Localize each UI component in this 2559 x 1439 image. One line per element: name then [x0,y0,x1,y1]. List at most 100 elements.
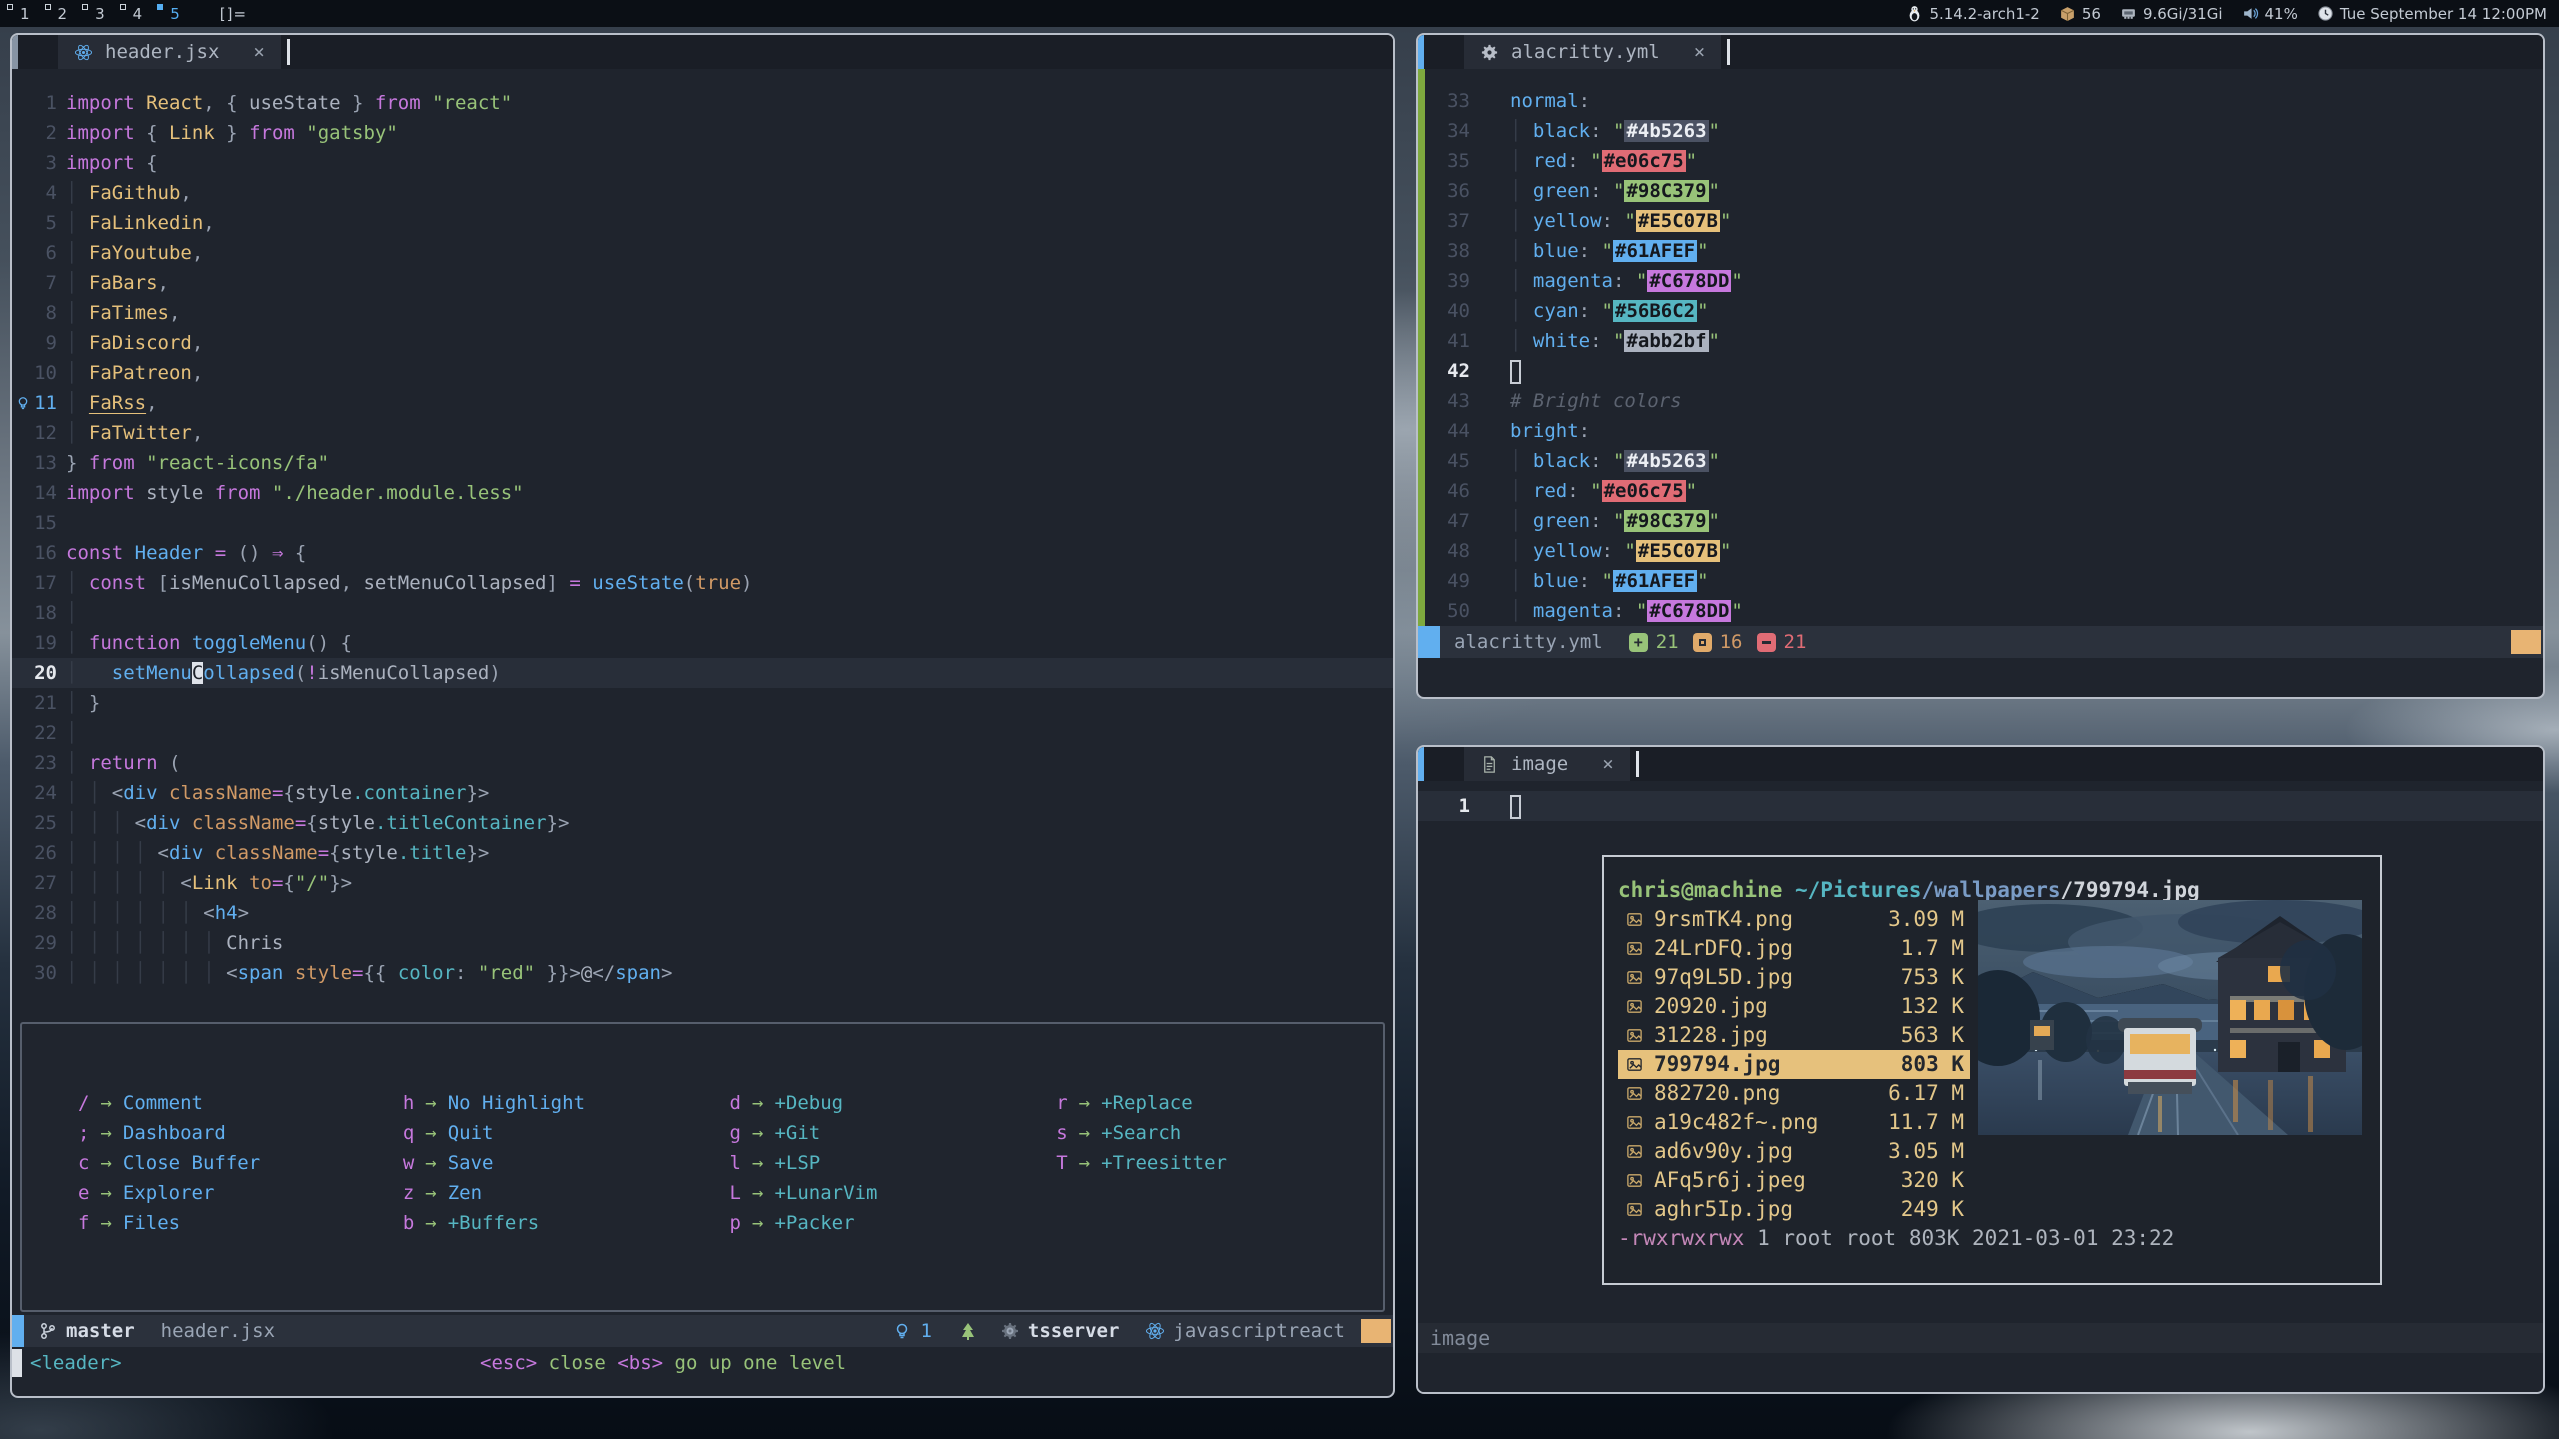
whichkey-binding-w[interactable]: w→Save [403,1148,730,1178]
whichkey-binding-r[interactable]: r→+Replace [1056,1088,1383,1118]
whichkey-binding-l[interactable]: l→+LSP [730,1148,1057,1178]
git-branch-name[interactable]: master [66,1320,135,1342]
code-line[interactable]: 4│ FaGithub, [12,178,1393,208]
layout-indicator[interactable]: []= [220,5,247,23]
code-line[interactable]: 24│ │ <div className={style.container}> [12,778,1393,808]
file-row[interactable]: 24LrDFQ.jpg1.7 M [1618,934,1970,963]
code-line[interactable]: 45│ black: "#4b5263" [1418,446,2543,476]
file-row[interactable]: 882720.png6.17 M [1618,1079,1970,1108]
code-line[interactable]: 10│ FaPatreon, [12,358,1393,388]
code-line[interactable]: 14import style from "./header.module.les… [12,478,1393,508]
code-line[interactable]: 38│ blue: "#61AFEF" [1418,236,2543,266]
file-row[interactable]: aghr5Ip.jpg249 K [1618,1195,1970,1224]
file-row[interactable]: 9rsmTK4.png3.09 M [1618,905,1970,934]
code-line[interactable]: 12│ FaTwitter, [12,418,1393,448]
code-line[interactable]: 33normal: [1418,86,2543,116]
code-line[interactable]: 18│ [12,598,1393,628]
tab-alacritty-yml[interactable]: alacritty.yml × [1464,35,1721,69]
code-line[interactable]: 8│ FaTimes, [12,298,1393,328]
code-line[interactable]: 43# Bright colors [1418,386,2543,416]
whichkey-binding-d[interactable]: d→+Debug [730,1088,1057,1118]
file-row[interactable]: 97q9L5D.jpg753 K [1618,963,1970,992]
tab-close-button[interactable]: × [1694,41,1705,63]
file-row[interactable]: 20920.jpg132 K [1618,992,1970,1021]
code-line[interactable]: 49│ blue: "#61AFEF" [1418,566,2543,596]
code-line[interactable]: 1import React, { useState } from "react" [12,88,1393,118]
code-line[interactable]: 34│ black: "#4b5263" [1418,116,2543,146]
code-line[interactable]: 27│ │ │ │ │ <Link to={"/"}> [12,868,1393,898]
code-line[interactable]: 6│ FaYoutube, [12,238,1393,268]
code-line[interactable]: 41│ white: "#abb2bf" [1418,326,2543,356]
workspace-3[interactable]: 3 [93,5,105,23]
workspace-5-active[interactable]: 5 [168,5,180,23]
file-row[interactable]: 31228.jpg563 K [1618,1021,1970,1050]
tab-image[interactable]: image × [1464,747,1630,781]
whichkey-binding-q[interactable]: q→Quit [403,1118,730,1148]
code-line[interactable]: 9│ FaDiscord, [12,328,1393,358]
whichkey-binding-/[interactable]: /→Comment [78,1088,403,1118]
code-line[interactable]: 2import { Link } from "gatsby" [12,118,1393,148]
diagnostic-count[interactable]: 1 [920,1320,931,1342]
code-line[interactable]: 36│ green: "#98C379" [1418,176,2543,206]
whichkey-binding-L[interactable]: L→+LunarVim [730,1178,1057,1208]
code-line[interactable]: 29│ │ │ │ │ │ │ Chris [12,928,1393,958]
code-line[interactable]: 26│ │ │ │ <div className={style.title}> [12,838,1393,868]
code-line[interactable]: 37│ yellow: "#E5C07B" [1418,206,2543,236]
code-line[interactable]: 46│ red: "#e06c75" [1418,476,2543,506]
code-line[interactable]: 28│ │ │ │ │ │ <h4> [12,898,1393,928]
whichkey-binding-p[interactable]: p→+Packer [730,1208,1057,1238]
file-row[interactable]: ad6v90y.jpg3.05 M [1618,1137,1970,1166]
workspace-2[interactable]: 2 [56,5,68,23]
file-size: 1.7 M [1901,934,1964,963]
desktop: { "colors":{"accent_blue":"#61afef","acc… [0,0,2559,1439]
code-line[interactable]: 47│ green: "#98C379" [1418,506,2543,536]
workspace-1[interactable]: 1 [18,5,30,23]
code-line[interactable]: 30│ │ │ │ │ │ │ <span style={{ color: "r… [12,958,1393,988]
code-line[interactable]: 3import { [12,148,1393,178]
whichkey-binding-f[interactable]: f→Files [78,1208,403,1238]
whichkey-binding-T[interactable]: T→+Treesitter [1056,1148,1383,1178]
code-line[interactable]: 16const Header = () ⇒ { [12,538,1393,568]
whichkey-binding-e[interactable]: e→Explorer [78,1178,403,1208]
code-line[interactable]: 13} from "react-icons/fa" [12,448,1393,478]
whichkey-binding-z[interactable]: z→Zen [403,1178,730,1208]
code-line[interactable]: 50│ magenta: "#C678DD" [1418,596,2543,626]
tab-close-button[interactable]: × [1602,753,1613,775]
tab-close-button[interactable]: × [253,41,264,63]
code-line[interactable]: 44bright: [1418,416,2543,446]
code-line[interactable]: 48│ yellow: "#E5C07B" [1418,536,2543,566]
whichkey-binding-s[interactable]: s→+Search [1056,1118,1383,1148]
code-line[interactable]: 39│ magenta: "#C678DD" [1418,266,2543,296]
code-line[interactable]: 5│ FaLinkedin, [12,208,1393,238]
code-line[interactable]: 15 [12,508,1393,538]
workspace-4[interactable]: 4 [131,5,143,23]
tab-header-jsx[interactable]: header.jsx × [58,35,281,69]
code-line[interactable]: 7│ FaBars, [12,268,1393,298]
whichkey-binding-h[interactable]: h→No Highlight [403,1088,730,1118]
code-line[interactable]: 21│ } [12,688,1393,718]
code-area-alacritty-yml[interactable]: 33normal:34│ black: "#4b5263"35│ red: "#… [1418,69,2543,626]
file-row[interactable]: a19c482f~.png11.7 M [1618,1108,1970,1137]
whichkey-binding-;[interactable]: ;→Dashboard [78,1118,403,1148]
file-row[interactable]: AFq5r6j.jpeg320 K [1618,1166,1970,1195]
code-area-header-jsx[interactable]: 1import React, { useState } from "react"… [12,69,1393,1022]
scroll-position-indicator[interactable] [2511,630,2541,654]
whichkey-binding-c[interactable]: c→Close Buffer [78,1148,403,1178]
code-line[interactable]: 40│ cyan: "#56B6C2" [1418,296,2543,326]
code-line[interactable]: 22│ [12,718,1393,748]
code-line[interactable]: 23│ return ( [12,748,1393,778]
code-line[interactable]: 20│ setMenuCollapsed(!isMenuCollapsed) [12,658,1393,688]
scroll-position-indicator[interactable] [1361,1319,1391,1343]
command-line[interactable]: <leader> <esc> close <bs> go up one leve… [12,1347,1393,1379]
code-area-image-buffer[interactable]: 1 [1418,781,2543,851]
code-line[interactable]: 35│ red: "#e06c75" [1418,146,2543,176]
code-line[interactable]: 25│ │ │ <div className={style.titleConta… [12,808,1393,838]
file-row-selected[interactable]: 799794.jpg803 K [1618,1050,1970,1079]
code-line[interactable]: 11│ FaRss, [12,388,1393,418]
code-line[interactable]: 1 [1418,791,2543,821]
code-line[interactable]: 42 [1418,356,2543,386]
whichkey-binding-g[interactable]: g→+Git [730,1118,1057,1148]
whichkey-binding-b[interactable]: b→+Buffers [403,1208,730,1238]
code-line[interactable]: 17│ const [isMenuCollapsed, setMenuColla… [12,568,1393,598]
code-line[interactable]: 19│ function toggleMenu() { [12,628,1393,658]
